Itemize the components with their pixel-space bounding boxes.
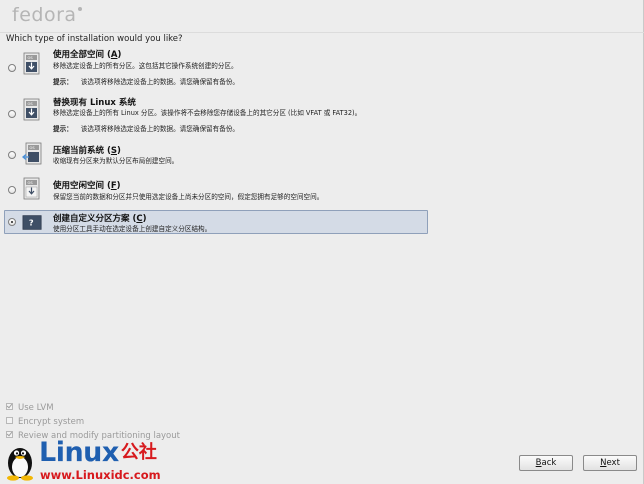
- disk-erase-all-icon: OS: [23, 52, 40, 75]
- radio-custom-layout[interactable]: [8, 218, 16, 226]
- option-tip: 提示： 该选项将移除选定设备上的数据。请您确保留有备份。: [53, 125, 240, 133]
- option-description: 收缩现有分区来为默认分区布局创建空间。: [53, 157, 179, 165]
- watermark-site: www.Linuxidc.com: [40, 468, 161, 482]
- checkbox-box[interactable]: [6, 403, 13, 410]
- option-tip: 提示： 该选项将移除选定设备上的数据。请您确保留有备份。: [53, 78, 240, 86]
- svg-text:OS: OS: [30, 146, 36, 150]
- radio-replace-linux[interactable]: [8, 110, 16, 118]
- radio-use-all-space[interactable]: [8, 64, 16, 72]
- option-description: 使用分区工具手动在选定设备上创建自定义分区结构。: [53, 225, 212, 233]
- disk-free-space-icon: OS: [23, 177, 40, 200]
- option-custom-layout[interactable]: ? 创建自定义分区方案 (C) 使用分区工具手动在选定设备上创建自定义分区结构。: [4, 210, 428, 234]
- logo-text: fedora: [12, 4, 77, 26]
- encrypt-system-checkbox[interactable]: Encrypt system: [6, 417, 84, 427]
- checkbox-box[interactable]: [6, 431, 13, 438]
- back-button[interactable]: Back: [519, 455, 573, 471]
- option-title: 使用空闲空间 (F): [53, 181, 121, 191]
- option-use-free-space[interactable]: OS 使用空闲空间 (F) 保留您当前的数据和分区并只使用选定设备上尚未分区的空…: [4, 177, 428, 205]
- watermark-title: Linux 公社: [39, 437, 157, 468]
- disk-replace-linux-icon: OS: [23, 98, 40, 121]
- option-use-all-space[interactable]: OS 使用全部空间 (A) 移除选定设备上的所有分区。这包括其它操作系统创建的分…: [4, 46, 428, 88]
- radio-shrink-current[interactable]: [8, 151, 16, 159]
- checkbox-box[interactable]: [6, 417, 13, 424]
- option-title: 使用全部空间 (A): [53, 50, 122, 60]
- fedora-logo: fedora: [12, 4, 82, 26]
- svg-text:OS: OS: [28, 181, 34, 185]
- logo-dot-icon: [77, 7, 82, 11]
- checkbox-label: Use LVM: [18, 403, 54, 413]
- use-lvm-checkbox[interactable]: Use LVM: [6, 403, 54, 413]
- option-description: 保留您当前的数据和分区并只使用选定设备上尚未分区的空间，假定您拥有足够的空间空间…: [53, 193, 324, 201]
- next-button[interactable]: Next: [583, 455, 637, 471]
- radio-use-free-space[interactable]: [8, 186, 16, 194]
- checkbox-label: Encrypt system: [18, 417, 85, 427]
- option-description: 移除选定设备上的所有 Linux 分区。该操作将不会移除您存储设备上的其它分区 …: [53, 109, 362, 117]
- disk-custom-icon: ?: [22, 215, 42, 230]
- installer-window: fedora Which type of installation would …: [0, 0, 644, 484]
- svg-text:?: ?: [29, 218, 34, 228]
- svg-text:OS: OS: [28, 102, 34, 106]
- tux-penguin-icon: [7, 448, 33, 481]
- disk-shrink-icon: OS: [22, 142, 42, 165]
- option-description: 移除选定设备上的所有分区。这包括其它操作系统创建的分区。: [53, 62, 238, 70]
- option-replace-linux[interactable]: OS 替换现有 Linux 系统 移除选定设备上的所有 Linux 分区。该操作…: [4, 94, 428, 134]
- svg-text:OS: OS: [28, 56, 34, 60]
- option-shrink-current[interactable]: OS 压缩当前系统 (S) 收缩现有分区来为默认分区布局创建空间。: [4, 142, 428, 168]
- linuxidc-watermark: Linux 公社 www.Linuxidc.com: [2, 437, 192, 484]
- installation-type-question: Which type of installation would you lik…: [6, 34, 183, 44]
- header-divider: [0, 32, 644, 33]
